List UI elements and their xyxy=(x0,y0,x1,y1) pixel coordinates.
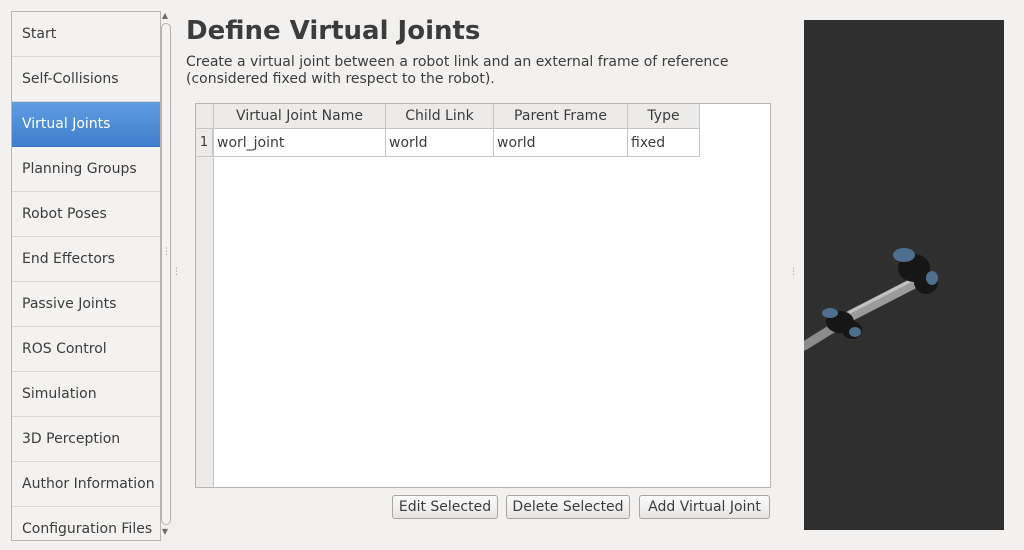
nav-item-3d-perception[interactable]: 3D Perception xyxy=(12,417,160,462)
splitter-handle-left[interactable]: ⋮ xyxy=(172,268,181,277)
add-virtual-joint-button[interactable]: Add Virtual Joint xyxy=(639,495,770,519)
page-description: Create a virtual joint between a robot l… xyxy=(186,54,746,88)
nav-item-robot-poses[interactable]: Robot Poses xyxy=(12,192,160,237)
column-header-virtual-joint-name[interactable]: Virtual Joint Name xyxy=(214,104,386,129)
nav-item-ros-control[interactable]: ROS Control xyxy=(12,327,160,372)
column-header-parent-frame[interactable]: Parent Frame xyxy=(494,104,628,129)
nav-item-simulation[interactable]: Simulation xyxy=(12,372,160,417)
scroll-up-icon[interactable]: ▲ xyxy=(159,11,171,21)
splitter-handle-right[interactable]: ⋮ xyxy=(789,268,798,277)
scrollbar-grip-icon: ⋮ xyxy=(162,247,171,257)
description-line-2: (considered fixed with respect to the ro… xyxy=(186,71,495,87)
table-cell-parent-frame[interactable]: world xyxy=(494,129,628,157)
table-cell-child-link[interactable]: world xyxy=(386,129,494,157)
table-cell-joint-name[interactable]: worl_joint xyxy=(214,129,386,157)
nav-item-planning-groups[interactable]: Planning Groups xyxy=(12,147,160,192)
nav-item-passive-joints[interactable]: Passive Joints xyxy=(12,282,160,327)
nav-item-start[interactable]: Start xyxy=(12,12,160,57)
table-cell-type[interactable]: fixed xyxy=(628,129,700,157)
scroll-down-icon[interactable]: ▼ xyxy=(159,527,171,537)
nav-item-author-information[interactable]: Author Information xyxy=(12,462,160,507)
column-header-child-link[interactable]: Child Link xyxy=(386,104,494,129)
delete-selected-button[interactable]: Delete Selected xyxy=(506,495,630,519)
nav-item-configuration-files[interactable]: Configuration Files xyxy=(12,507,160,540)
nav-item-virtual-joints[interactable]: Virtual Joints xyxy=(12,102,160,147)
column-header-type[interactable]: Type xyxy=(628,104,700,129)
robot-arm-icon xyxy=(804,248,938,351)
row-header-column xyxy=(196,129,214,487)
sidebar-scrollbar[interactable]: ▲ ▼ xyxy=(159,11,171,539)
row-number[interactable]: 1 xyxy=(196,129,213,157)
scrollbar-thumb[interactable] xyxy=(161,23,171,525)
table-corner[interactable] xyxy=(196,104,214,129)
virtual-joints-table[interactable]: Virtual Joint Name Child Link Parent Fra… xyxy=(195,103,771,488)
robot-3d-viewport[interactable] xyxy=(804,20,1004,530)
description-line-1: Create a virtual joint between a robot l… xyxy=(186,54,729,70)
nav-item-self-collisions[interactable]: Self-Collisions xyxy=(12,57,160,102)
sidebar-nav: Start Self-Collisions Virtual Joints Pla… xyxy=(11,11,161,541)
nav-item-end-effectors[interactable]: End Effectors xyxy=(12,237,160,282)
page-title: Define Virtual Joints xyxy=(186,16,481,46)
edit-selected-button[interactable]: Edit Selected xyxy=(392,495,498,519)
